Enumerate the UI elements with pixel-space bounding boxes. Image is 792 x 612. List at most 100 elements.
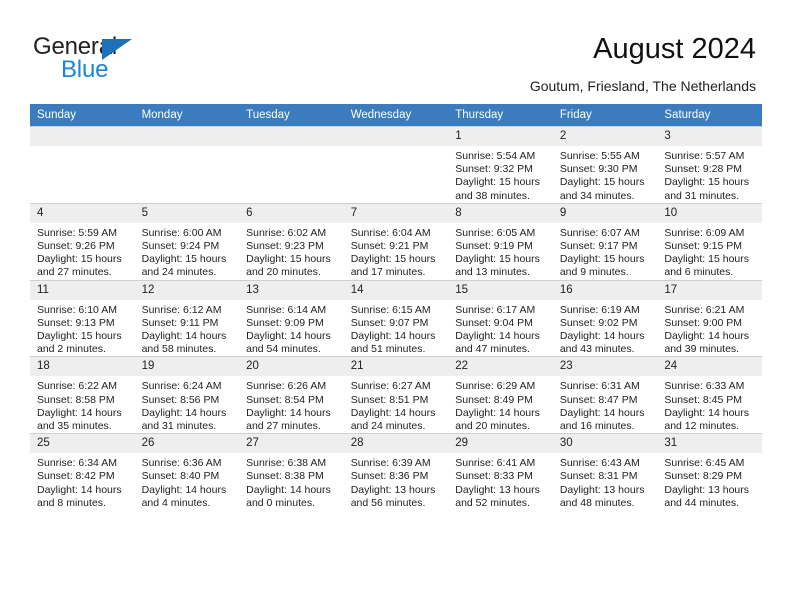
sunset-text: Sunset: 9:15 PM: [664, 240, 743, 253]
day-number: [30, 127, 135, 146]
sunset-text: Sunset: 8:42 PM: [37, 470, 115, 483]
daylight-text: Daylight: 14 hours and 16 minutes.: [559, 406, 645, 433]
calendar-day-cell[interactable]: 2 Sunrise: 5:55 AM Sunset: 9:30 PM Daylight…: [552, 126, 658, 204]
calendar-day-cell[interactable]: 31 Sunrise: 6:45 AM Sunset: 8:29 PM Dayligh…: [657, 433, 762, 511]
day-detail: Sunrise: 6:17 AM Sunset: 9:04 PM Daylight:…: [448, 300, 553, 357]
daylight-text: Daylight: 15 hours and 27 minutes.: [37, 253, 122, 279]
day-number: 9: [552, 203, 658, 223]
sunrise-text: Sunrise: 6:24 AM: [141, 380, 222, 393]
daylight-text: Daylight: 13 hours and 56 minutes.: [350, 483, 436, 509]
brand-name-blue: Blue: [61, 56, 109, 83]
day-number: 5: [134, 203, 240, 223]
sunrise-text: Sunrise: 6:29 AM: [455, 380, 536, 393]
daylight-text: Daylight: 15 hours and 6 minutes.: [664, 253, 750, 279]
calendar-day-cell[interactable]: 22 Sunrise: 6:29 AM Sunset: 8:49 PM Dayligh…: [448, 356, 553, 434]
calendar-day-cell[interactable]: 29 Sunrise: 6:41 AM Sunset: 8:33 PM Dayligh…: [448, 433, 553, 511]
sunset-text: Sunset: 9:00 PM: [664, 316, 743, 329]
calendar-day-cell[interactable]: 28 Sunrise: 6:39 AM Sunset: 8:36 PM Dayligh…: [343, 433, 449, 511]
calendar-day-cell[interactable]: 21 Sunrise: 6:27 AM Sunset: 8:51 PM Dayligh…: [343, 356, 449, 434]
daylight-text: Daylight: 15 hours and 34 minutes.: [559, 176, 645, 202]
sunset-text: Sunset: 8:38 PM: [246, 470, 324, 483]
day-number: 28: [343, 434, 449, 454]
daylight-text: Daylight: 15 hours and 2 minutes.: [37, 330, 122, 356]
daylight-text: Daylight: 15 hours and 9 minutes.: [559, 253, 645, 279]
calendar-day-cell[interactable]: 23 Sunrise: 6:31 AM Sunset: 8:47 PM Dayligh…: [552, 356, 658, 434]
sunset-text: Sunset: 9:04 PM: [455, 316, 533, 329]
calendar-day-cell[interactable]: 18 Sunrise: 6:22 AM Sunset: 8:58 PM Dayligh…: [30, 356, 135, 434]
calendar-day-cell[interactable]: 30 Sunrise: 6:43 AM Sunset: 8:31 PM Dayligh…: [552, 433, 658, 511]
sunset-text: Sunset: 9:24 PM: [141, 240, 220, 253]
calendar-day-cell[interactable]: 3 Sunrise: 5:57 AM Sunset: 9:28 PM Daylight…: [657, 126, 762, 204]
calendar-day-cell[interactable]: 1 Sunrise: 5:54 AM Sunset: 9:32 PM Daylight…: [448, 126, 553, 204]
sunrise-text: Sunrise: 6:41 AM: [455, 457, 536, 470]
calendar-day-cell[interactable]: 15 Sunrise: 6:17 AM Sunset: 9:04 PM Dayligh…: [448, 279, 553, 357]
sunrise-text: Sunrise: 6:02 AM: [246, 226, 327, 239]
calendar-day-cell[interactable]: 24 Sunrise: 6:33 AM Sunset: 8:45 PM Dayligh…: [657, 356, 762, 434]
sunrise-text: Sunrise: 6:14 AM: [246, 303, 327, 316]
daylight-text: Daylight: 15 hours and 31 minutes.: [664, 176, 750, 202]
day-number: [134, 127, 240, 146]
calendar-day-cell[interactable]: 16 Sunrise: 6:19 AM Sunset: 9:02 PM Dayligh…: [552, 279, 658, 357]
calendar-day-cell[interactable]: 20 Sunrise: 6:26 AM Sunset: 8:54 PM Dayligh…: [239, 356, 344, 434]
day-number: 26: [134, 434, 240, 454]
sunset-text: Sunset: 8:56 PM: [141, 393, 220, 406]
sunset-text: Sunset: 8:51 PM: [350, 393, 429, 406]
sunset-text: Sunset: 9:17 PM: [559, 240, 638, 253]
calendar-day-cell[interactable]: 9 Sunrise: 6:07 AM Sunset: 9:17 PM Daylight…: [552, 202, 658, 281]
day-detail: Sunrise: 6:07 AM Sunset: 9:17 PM Daylight:…: [553, 223, 658, 280]
calendar-day-cell[interactable]: 6 Sunrise: 6:02 AM Sunset: 9:23 PM Daylight…: [239, 202, 344, 281]
calendar-day-cell[interactable]: 26 Sunrise: 6:36 AM Sunset: 8:40 PM Dayligh…: [134, 433, 240, 511]
daylight-text: Daylight: 15 hours and 13 minutes.: [455, 253, 540, 279]
sunrise-text: Sunrise: 5:59 AM: [37, 226, 117, 239]
calendar-day-cell[interactable]: 13 Sunrise: 6:14 AM Sunset: 9:09 PM Dayligh…: [239, 279, 344, 357]
calendar-day-cell[interactable]: 11 Sunrise: 6:10 AM Sunset: 9:13 PM Dayligh…: [30, 279, 135, 357]
day-detail: Sunrise: 6:33 AM Sunset: 8:45 PM Daylight:…: [657, 376, 762, 433]
calendar-day-cell[interactable]: 17 Sunrise: 6:21 AM Sunset: 9:00 PM Dayligh…: [657, 279, 762, 357]
calendar-day-cell[interactable]: 8 Sunrise: 6:05 AM Sunset: 9:19 PM Daylight…: [448, 202, 553, 281]
sunrise-text: Sunrise: 6:36 AM: [141, 457, 222, 470]
sunset-text: Sunset: 9:02 PM: [559, 316, 638, 329]
sunset-text: Sunset: 9:21 PM: [350, 240, 429, 253]
daylight-text: Daylight: 14 hours and 31 minutes.: [141, 406, 227, 433]
sunset-text: Sunset: 8:49 PM: [455, 393, 533, 406]
day-number: 3: [657, 127, 762, 146]
sunrise-text: Sunrise: 6:22 AM: [37, 380, 117, 393]
calendar-header-row: Sunday Monday Tuesday Wednesday Thursday…: [30, 104, 762, 127]
calendar-day-cell[interactable]: 12 Sunrise: 6:12 AM Sunset: 9:11 PM Dayligh…: [134, 279, 240, 357]
daylight-text: Daylight: 15 hours and 17 minutes.: [350, 253, 436, 279]
day-detail: Sunrise: 6:21 AM Sunset: 9:00 PM Daylight:…: [657, 300, 762, 357]
day-detail: Sunrise: 6:41 AM Sunset: 8:33 PM Daylight:…: [448, 453, 553, 510]
calendar-day-cell[interactable]: 10 Sunrise: 6:09 AM Sunset: 9:15 PM Dayligh…: [657, 202, 762, 281]
page-header: General Blue August 2024 Goutum, Friesla…: [0, 0, 792, 100]
day-detail: Sunrise: 6:39 AM Sunset: 8:36 PM Daylight:…: [344, 453, 449, 510]
sunset-text: Sunset: 9:32 PM: [455, 163, 533, 176]
sunrise-text: Sunrise: 6:34 AM: [37, 457, 117, 470]
daylight-text: Daylight: 15 hours and 38 minutes.: [455, 176, 540, 202]
brand-logo[interactable]: General Blue: [33, 34, 193, 84]
calendar-week-row: 1 Sunrise: 5:54 AM Sunset: 9:32 PM Daylight…: [30, 126, 762, 204]
calendar-day-cell[interactable]: 25 Sunrise: 6:34 AM Sunset: 8:42 PM Dayligh…: [30, 433, 135, 511]
day-detail: Sunrise: 6:05 AM Sunset: 9:19 PM Daylight:…: [448, 223, 553, 280]
page-title: August 2024: [593, 33, 756, 65]
calendar-day-cell[interactable]: 7 Sunrise: 6:04 AM Sunset: 9:21 PM Daylight…: [343, 202, 449, 281]
daylight-text: Daylight: 13 hours and 44 minutes.: [664, 483, 750, 509]
day-detail: Sunrise: 6:14 AM Sunset: 9:09 PM Daylight:…: [239, 300, 344, 357]
day-number: 23: [552, 357, 658, 377]
weekday-header-saturday: Saturday: [657, 104, 762, 127]
day-number: 18: [30, 357, 135, 377]
calendar-day-cell[interactable]: 19 Sunrise: 6:24 AM Sunset: 8:56 PM Dayligh…: [134, 356, 240, 434]
day-detail: Sunrise: 6:00 AM Sunset: 9:24 PM Daylight:…: [135, 223, 240, 280]
calendar-day-cell[interactable]: 27 Sunrise: 6:38 AM Sunset: 8:38 PM Dayligh…: [239, 433, 344, 511]
sunset-text: Sunset: 9:26 PM: [37, 240, 115, 253]
calendar-day-cell[interactable]: 4 Sunrise: 5:59 AM Sunset: 9:26 PM Daylight…: [30, 202, 135, 281]
day-detail: Sunrise: 6:15 AM Sunset: 9:07 PM Daylight:…: [344, 300, 449, 357]
calendar-day-cell[interactable]: 5 Sunrise: 6:00 AM Sunset: 9:24 PM Daylight…: [134, 202, 240, 281]
day-detail: Sunrise: 6:09 AM Sunset: 9:15 PM Daylight:…: [657, 223, 762, 280]
calendar-day-cell[interactable]: 14 Sunrise: 6:15 AM Sunset: 9:07 PM Dayligh…: [343, 279, 449, 357]
daylight-text: Daylight: 14 hours and 35 minutes.: [37, 406, 122, 433]
day-number: 16: [552, 280, 658, 300]
sunset-text: Sunset: 8:31 PM: [559, 470, 638, 483]
day-number: 17: [657, 280, 762, 300]
day-number: 24: [657, 357, 762, 377]
day-detail: Sunrise: 6:29 AM Sunset: 8:49 PM Daylight:…: [448, 376, 553, 433]
